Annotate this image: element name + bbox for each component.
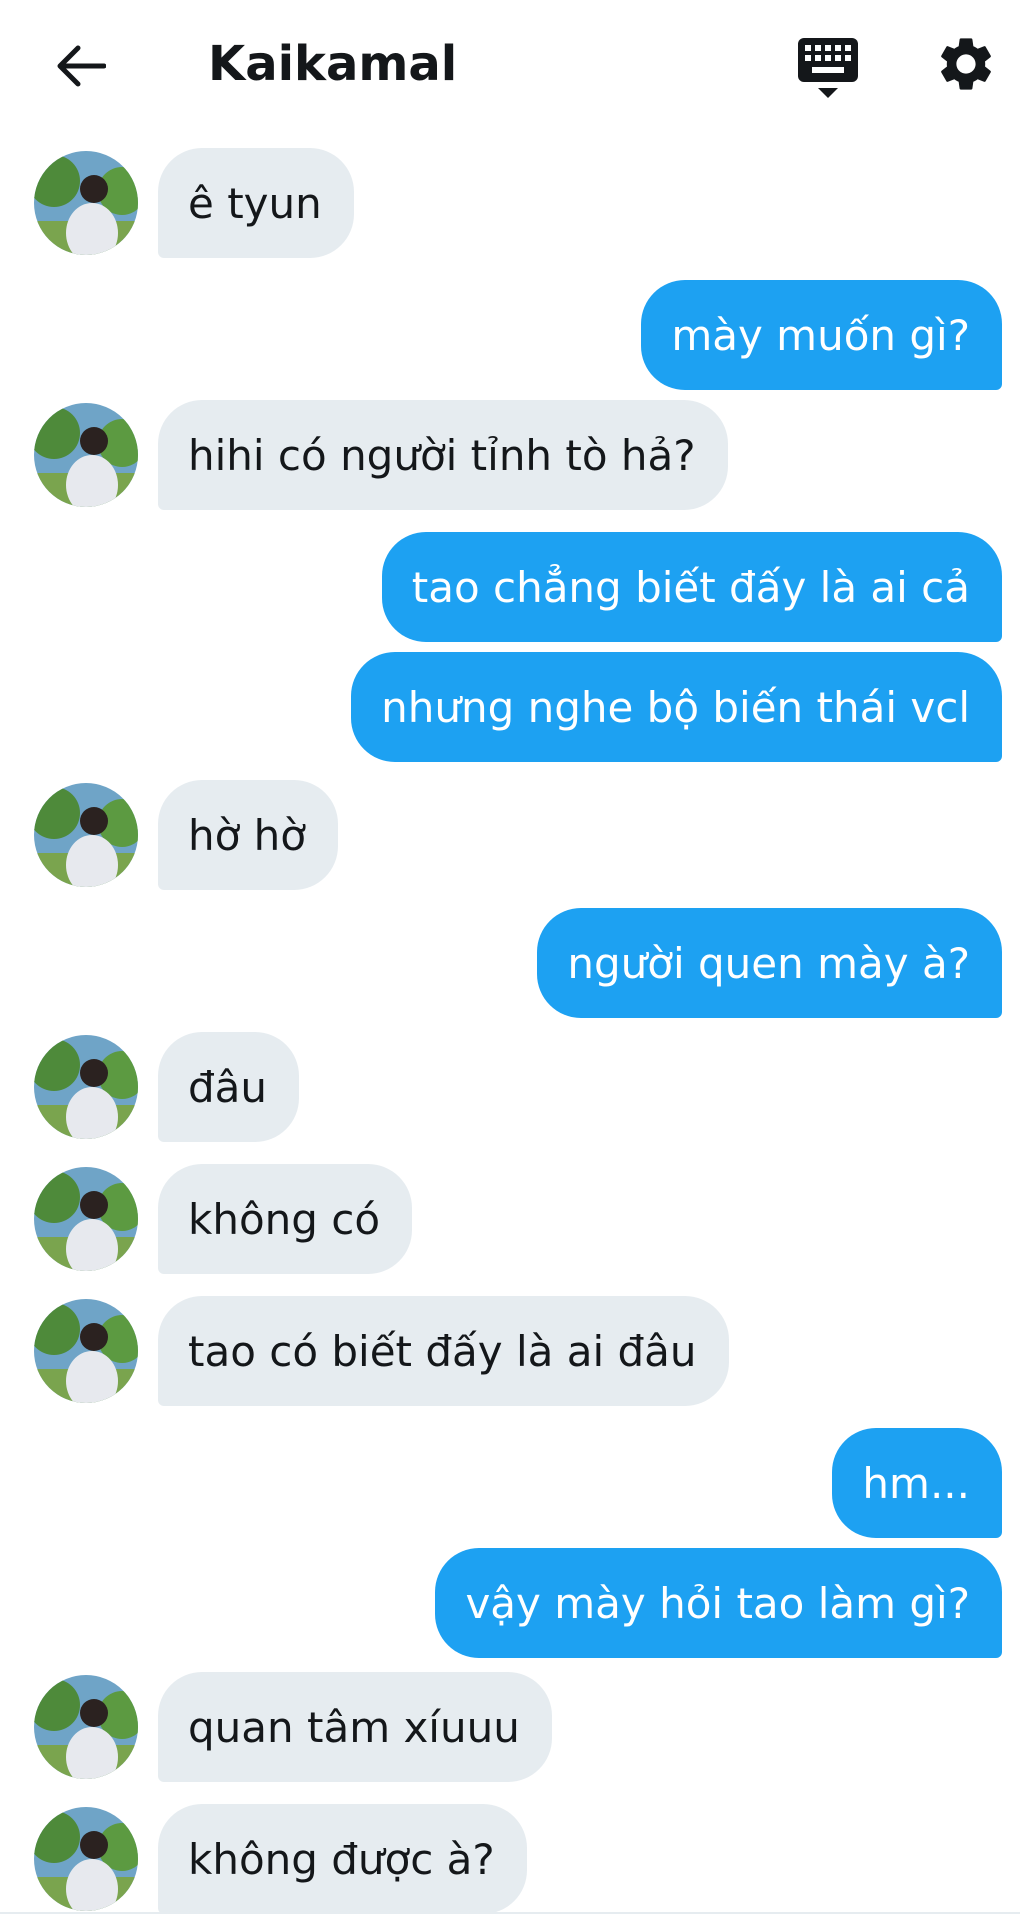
avatar-image: [34, 783, 138, 887]
message-incoming: tao có biết đấy là ai đâu: [34, 1296, 729, 1406]
avatar[interactable]: [34, 1167, 138, 1271]
avatar-image: [34, 1299, 138, 1403]
message-incoming: hihi có người tỉnh tò hả?: [34, 400, 728, 510]
conversation-header: Kaikamal: [0, 0, 1020, 128]
message-bubble[interactable]: không được à?: [158, 1804, 527, 1914]
message-bubble[interactable]: người quen mày à?: [537, 908, 1002, 1018]
avatar-image: [34, 1167, 138, 1271]
message-outgoing: mày muốn gì?: [641, 280, 1002, 390]
message-incoming: đâu: [34, 1032, 300, 1142]
avatar[interactable]: [34, 1807, 138, 1911]
back-button[interactable]: [50, 36, 110, 96]
message-outgoing: người quen mày à?: [537, 908, 1002, 1018]
message-bubble[interactable]: hm...: [832, 1428, 1002, 1538]
avatar[interactable]: [34, 783, 138, 887]
avatar-image: [34, 403, 138, 507]
gear-icon: [941, 38, 991, 90]
message-bubble[interactable]: vậy mày hỏi tao làm gì?: [435, 1548, 1002, 1658]
avatar[interactable]: [34, 1299, 138, 1403]
message-incoming: không được à?: [34, 1804, 527, 1914]
message-bubble[interactable]: đâu: [158, 1032, 300, 1142]
message-incoming: không có: [34, 1164, 413, 1274]
message-incoming: quan tâm xíuuu: [34, 1672, 552, 1782]
message-outgoing: hm...: [832, 1428, 1002, 1538]
message-bubble[interactable]: không có: [158, 1164, 413, 1274]
message-bubble[interactable]: mày muốn gì?: [641, 280, 1002, 390]
message-bubble[interactable]: tao chẳng biết đấy là ai cả: [381, 532, 1002, 642]
message-bubble[interactable]: quan tâm xíuuu: [158, 1672, 552, 1782]
message-incoming: ê tyun: [34, 148, 354, 258]
avatar[interactable]: [34, 151, 138, 255]
message-incoming: hờ hờ: [34, 780, 338, 890]
avatar-image: [34, 1675, 138, 1779]
conversation-title: Kaikamal: [208, 36, 458, 92]
message-bubble[interactable]: tao có biết đấy là ai đâu: [158, 1296, 729, 1406]
avatar-image: [34, 1035, 138, 1139]
message-bubble[interactable]: hihi có người tỉnh tò hả?: [158, 400, 728, 510]
avatar-image: [34, 1807, 138, 1911]
message-outgoing: tao chẳng biết đấy là ai cả: [381, 532, 1002, 642]
message-outgoing: nhưng nghe bộ biến thái vcl: [351, 652, 1002, 762]
arrow-left-icon: [57, 45, 106, 87]
message-bubble[interactable]: ê tyun: [158, 148, 354, 258]
avatar-image: [34, 151, 138, 255]
avatar[interactable]: [34, 403, 138, 507]
message-bubble[interactable]: hờ hờ: [158, 780, 338, 890]
avatar[interactable]: [34, 1675, 138, 1779]
avatar[interactable]: [34, 1035, 138, 1139]
divider: [0, 1912, 1020, 1914]
message-bubble[interactable]: nhưng nghe bộ biến thái vcl: [351, 652, 1002, 762]
settings-button[interactable]: [934, 32, 998, 96]
keyboard-icon: [798, 38, 858, 98]
keyboard-button[interactable]: [796, 34, 860, 102]
message-outgoing: vậy mày hỏi tao làm gì?: [435, 1548, 1002, 1658]
message-list[interactable]: ê tyun mày muốn gì? hihi có người tỉnh t…: [0, 0, 1020, 1920]
